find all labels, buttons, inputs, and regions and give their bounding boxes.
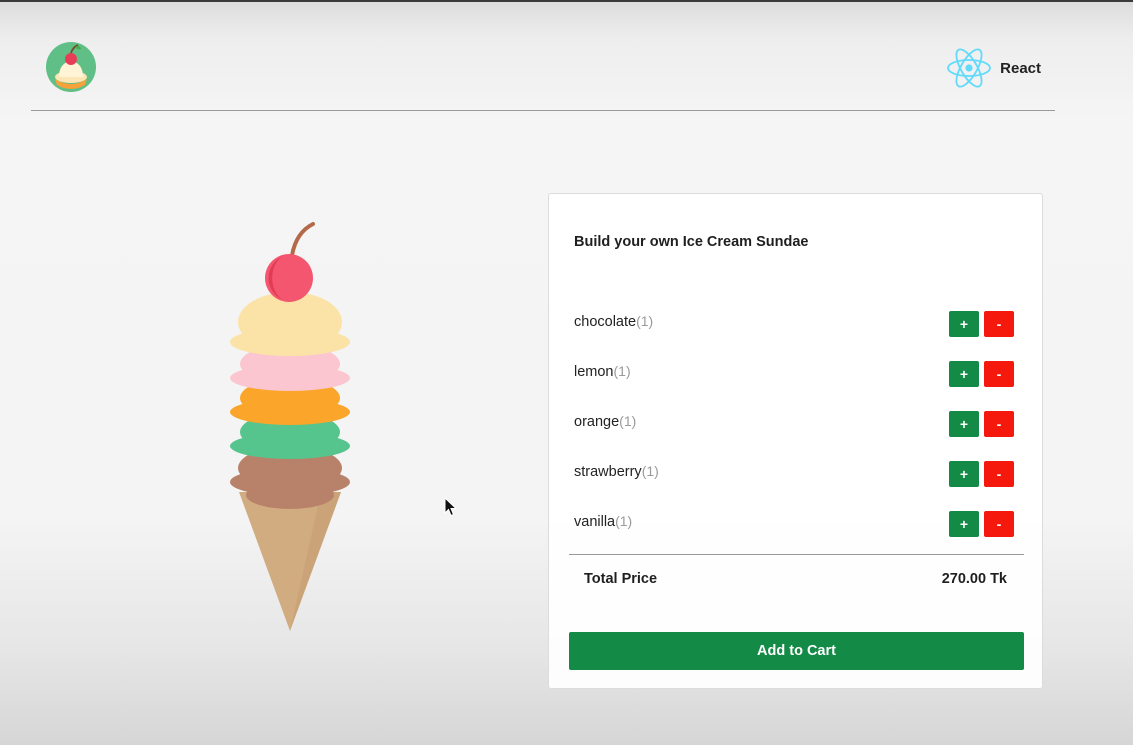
remove-strawberry-button[interactable]: - bbox=[984, 461, 1014, 487]
flavor-label: strawberry(1) bbox=[574, 463, 659, 480]
sundae-logo-icon[interactable] bbox=[45, 41, 97, 93]
total-price-label: Total Price bbox=[584, 571, 658, 587]
react-brand[interactable]: React bbox=[946, 46, 1041, 90]
flavor-count: (1) bbox=[613, 363, 631, 379]
mouse-cursor-icon bbox=[444, 496, 458, 517]
flavor-count: (1) bbox=[636, 313, 654, 329]
react-icon bbox=[946, 46, 992, 90]
add-orange-button[interactable]: + bbox=[949, 411, 979, 437]
flavor-name: vanilla bbox=[574, 514, 616, 530]
flavor-row-vanilla: vanilla(1) + - bbox=[574, 511, 1015, 537]
flavor-label: vanilla(1) bbox=[574, 513, 632, 530]
app-header: React bbox=[31, 28, 1055, 111]
flavor-label: chocolate(1) bbox=[574, 313, 653, 330]
remove-chocolate-button[interactable]: - bbox=[984, 311, 1014, 337]
remove-lemon-button[interactable]: - bbox=[984, 361, 1014, 387]
flavor-label: lemon(1) bbox=[574, 363, 631, 380]
flavor-row-orange: orange(1) + - bbox=[574, 411, 1015, 437]
total-price-value: 270.00 Tk bbox=[941, 571, 1007, 587]
remove-vanilla-button[interactable]: - bbox=[984, 511, 1014, 537]
flavor-row-chocolate: chocolate(1) + - bbox=[574, 311, 1015, 337]
flavor-count: (1) bbox=[641, 463, 659, 479]
flavor-name: lemon bbox=[574, 364, 614, 380]
flavor-name: chocolate bbox=[574, 314, 637, 330]
flavor-count: (1) bbox=[615, 513, 633, 529]
flavor-row-strawberry: strawberry(1) + - bbox=[574, 461, 1015, 487]
flavor-count: (1) bbox=[619, 413, 637, 429]
sundae-illustration bbox=[225, 220, 355, 640]
add-chocolate-button[interactable]: + bbox=[949, 311, 979, 337]
add-strawberry-button[interactable]: + bbox=[949, 461, 979, 487]
window-top-border bbox=[0, 0, 1133, 2]
total-divider bbox=[569, 554, 1024, 555]
flavor-name: strawberry bbox=[574, 464, 642, 480]
flavor-label: orange(1) bbox=[574, 413, 636, 430]
builder-title: Build your own Ice Cream Sundae bbox=[574, 234, 809, 250]
add-lemon-button[interactable]: + bbox=[949, 361, 979, 387]
flavor-name: orange bbox=[574, 414, 620, 430]
remove-orange-button[interactable]: - bbox=[984, 411, 1014, 437]
add-vanilla-button[interactable]: + bbox=[949, 511, 979, 537]
sundae-builder-card: Build your own Ice Cream Sundae chocolat… bbox=[548, 193, 1043, 689]
add-to-cart-button[interactable]: Add to Cart bbox=[569, 632, 1024, 670]
flavor-row-lemon: lemon(1) + - bbox=[574, 361, 1015, 387]
brand-label: React bbox=[1000, 59, 1041, 77]
